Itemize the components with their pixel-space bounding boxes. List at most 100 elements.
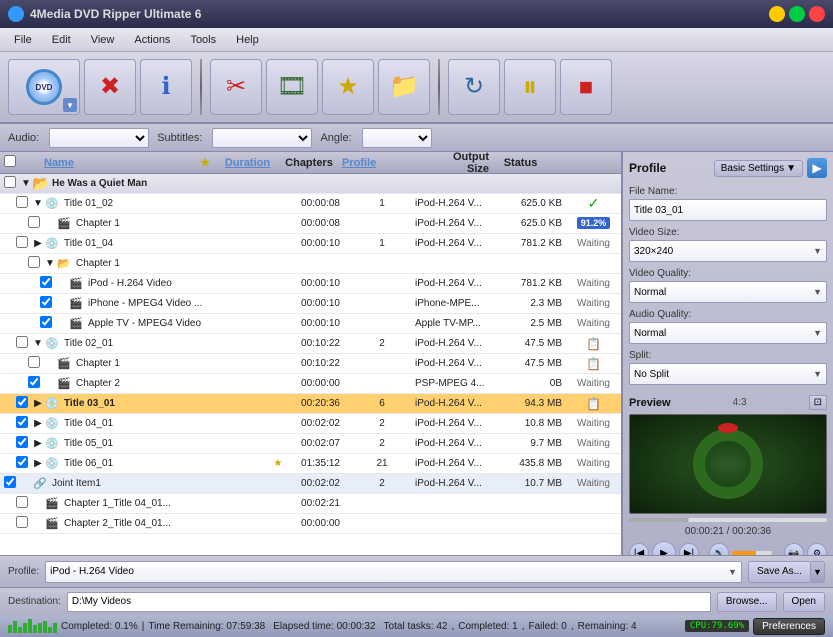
row-star: ★ (268, 458, 288, 469)
destination-input[interactable] (67, 592, 711, 612)
prev-frame-button[interactable]: |◀ (629, 543, 649, 555)
expand-icon[interactable]: ▶ (32, 398, 44, 409)
row-check[interactable] (0, 176, 20, 191)
list-item[interactable]: ▶ 💿 Title 03_01 00:20:36 6 iPod-H.264 V.… (0, 394, 621, 414)
list-item[interactable]: 🎬 iPhone - MPEG4 Video ... 00:00:10 iPho… (0, 294, 621, 314)
list-item[interactable]: ▼ 📂 He Was a Quiet Man (0, 174, 621, 194)
row-check[interactable] (36, 296, 56, 311)
list-item[interactable]: ▶ 💿 Title 04_01 00:02:02 2 iPod-H.264 V.… (0, 414, 621, 434)
row-check[interactable] (0, 476, 20, 491)
expand-icon[interactable]: ▶ (32, 438, 44, 449)
menu-actions[interactable]: Actions (124, 32, 180, 48)
expand-icon[interactable]: ▶ (32, 238, 44, 249)
separator: , (522, 621, 525, 632)
expand-icon[interactable]: ▼ (32, 338, 44, 349)
video-quality-select[interactable]: Normal ▼ (629, 281, 827, 303)
add-icon: 📁 (389, 75, 419, 99)
row-check[interactable] (12, 196, 32, 211)
menu-help[interactable]: Help (226, 32, 269, 48)
header-profile[interactable]: Profile (338, 157, 428, 169)
expand-icon[interactable]: ▼ (32, 198, 44, 209)
list-item[interactable]: ▶ 💿 Title 01_04 00:00:10 1 iPod-H.264 V.… (0, 234, 621, 254)
audio-select[interactable] (49, 128, 149, 148)
profile-select[interactable]: iPod - H.264 Video ▼ (45, 561, 742, 583)
expand-icon[interactable]: ▶ (32, 418, 44, 429)
list-item[interactable]: 🎬 Chapter 2_Title 04_01... 00:00:00 (0, 514, 621, 534)
save-as-dropdown-button[interactable]: ▼ (811, 561, 825, 583)
list-item[interactable]: 🎬 Chapter 1_Title 04_01... 00:02:21 (0, 494, 621, 514)
subtitles-select[interactable] (212, 128, 312, 148)
pause-button[interactable]: ⏸ (504, 59, 556, 115)
list-item[interactable]: 🎬 Chapter 1 00:10:22 iPod-H.264 V... 47.… (0, 354, 621, 374)
remove-button[interactable]: ✖ (84, 59, 136, 115)
list-item[interactable]: ▼ 📂 Chapter 1 (0, 254, 621, 274)
row-check[interactable] (24, 356, 44, 371)
wave-bar (28, 619, 32, 633)
browse-button[interactable]: Browse... (717, 592, 777, 612)
row-check[interactable] (12, 436, 32, 451)
list-item[interactable]: ▼ 💿 Title 02_01 00:10:22 2 iPod-H.264 V.… (0, 334, 621, 354)
load-dvd-button[interactable]: DVD ▼ (8, 59, 80, 115)
preferences-button[interactable]: Preferences (753, 618, 825, 635)
save-as-button[interactable]: Save As... (748, 561, 811, 583)
header-name[interactable]: Name (40, 157, 195, 169)
dvd-dropdown-arrow[interactable]: ▼ (63, 98, 77, 112)
menu-view[interactable]: View (81, 32, 125, 48)
row-check[interactable] (12, 396, 32, 411)
effects-button[interactable]: 🎞 (266, 59, 318, 115)
screenshot-button[interactable]: 📷 (784, 543, 804, 555)
next-button[interactable]: ▶ (807, 158, 827, 178)
list-item[interactable]: 🎬 Chapter 1 00:00:08 iPod-H.264 V... 625… (0, 214, 621, 234)
row-check[interactable] (24, 376, 44, 391)
row-check[interactable] (12, 236, 32, 251)
row-check[interactable] (12, 416, 32, 431)
menu-file[interactable]: File (4, 32, 42, 48)
row-check[interactable] (36, 316, 56, 331)
list-item[interactable]: 🎬 Apple TV - MPEG4 Video 00:00:10 Apple … (0, 314, 621, 334)
file-list-scroll[interactable]: ▼ 📂 He Was a Quiet Man ▼ 💿 (0, 174, 621, 555)
row-check[interactable] (12, 496, 32, 511)
list-item[interactable]: ▶ 💿 Title 05_01 00:02:07 2 iPod-H.264 V.… (0, 434, 621, 454)
stop-button[interactable]: ⏹ (560, 59, 612, 115)
list-item[interactable]: ▼ 💿 Title 01_02 00:00:08 1 iPod-H.264 V.… (0, 194, 621, 214)
info-button[interactable]: ℹ (140, 59, 192, 115)
expand-icon[interactable]: ▶ (32, 458, 44, 469)
settings-button[interactable]: ⚙ (807, 543, 827, 555)
file-name-input[interactable] (629, 199, 827, 221)
video-size-select[interactable]: 320×240 ▼ (629, 240, 827, 262)
menu-edit[interactable]: Edit (42, 32, 81, 48)
maximize-button[interactable] (789, 6, 805, 22)
list-item[interactable]: 🎬 iPod - H.264 Video 00:00:10 iPod-H.264… (0, 274, 621, 294)
preview-seekbar[interactable] (629, 518, 827, 522)
list-item[interactable]: 🎬 Chapter 2 00:00:00 PSP-MPEG 4... 0B Wa… (0, 374, 621, 394)
preview-screen-button[interactable]: ⊡ (809, 395, 827, 410)
add-file-button[interactable]: 📁 (378, 59, 430, 115)
bookmark-button[interactable]: ★ (322, 59, 374, 115)
minimize-button[interactable] (769, 6, 785, 22)
row-check[interactable] (36, 276, 56, 291)
convert-button[interactable]: ↻ (448, 59, 500, 115)
expand-icon[interactable]: ▼ (44, 258, 56, 269)
select-all-checkbox[interactable] (4, 155, 16, 167)
row-check[interactable] (24, 216, 44, 231)
open-button[interactable]: Open (783, 592, 825, 612)
row-check[interactable] (12, 456, 32, 471)
basic-settings-button[interactable]: Basic Settings ▼ (714, 160, 803, 177)
row-check[interactable] (12, 516, 32, 531)
right-panel: Profile Basic Settings ▼ ▶ File Name: Vi… (623, 152, 833, 555)
next-frame-button[interactable]: ▶| (679, 543, 699, 555)
row-check[interactable] (12, 336, 32, 351)
expand-icon[interactable]: ▼ (20, 178, 32, 189)
audio-quality-select[interactable]: Normal ▼ (629, 322, 827, 344)
angle-select[interactable] (362, 128, 432, 148)
play-button[interactable]: ▶ (652, 541, 676, 555)
list-item[interactable]: ▶ 💿 Title 06_01 ★ 01:35:12 21 iPod-H.264… (0, 454, 621, 474)
volume-icon[interactable]: 🔊 (709, 543, 729, 555)
cut-button[interactable]: ✂ (210, 59, 262, 115)
row-check[interactable] (24, 256, 44, 271)
split-select[interactable]: No Split ▼ (629, 363, 827, 385)
close-button[interactable] (809, 6, 825, 22)
header-duration[interactable]: Duration (215, 157, 280, 169)
menu-tools[interactable]: Tools (180, 32, 226, 48)
list-item[interactable]: 🔗 Joint Item1 00:02:02 2 iPod-H.264 V...… (0, 474, 621, 494)
